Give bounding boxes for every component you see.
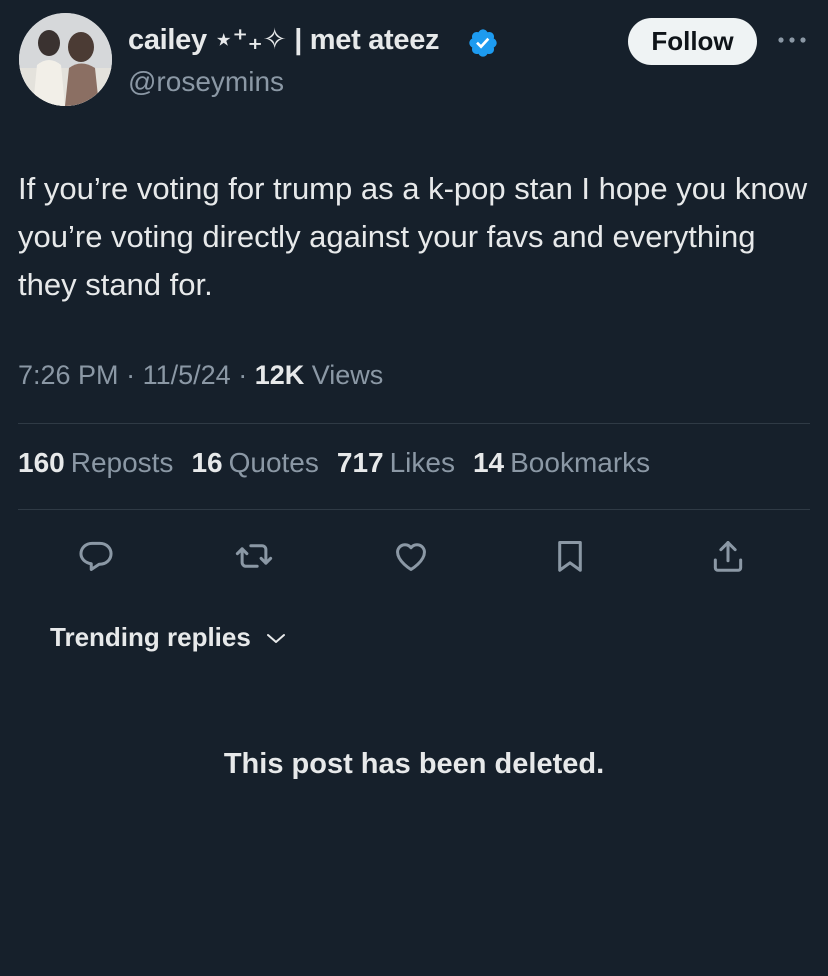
display-name[interactable]: cailey ⋆⁺₊✧ | met ateez [128, 22, 440, 57]
share-button[interactable] [708, 536, 748, 576]
divider [18, 423, 810, 424]
repost-icon [235, 544, 273, 568]
share-icon [713, 541, 743, 572]
more-horizontal-icon [778, 37, 806, 43]
chevron-down-icon [266, 633, 285, 643]
stat-label: Reposts [70, 447, 174, 478]
tweet-time[interactable]: 7:26 PM [18, 360, 119, 390]
avatar[interactable] [19, 13, 112, 106]
stat-quotes[interactable]: 16 Quotes [191, 447, 318, 479]
bookmark-button[interactable] [550, 536, 590, 576]
reply-sort-label: Trending replies [50, 622, 251, 652]
meta-separator: · [126, 360, 136, 390]
views-label: Views [311, 360, 384, 390]
divider [18, 509, 810, 510]
like-icon [396, 543, 426, 571]
stat-label: Quotes [228, 447, 319, 478]
stat-label: Bookmarks [510, 447, 651, 478]
tweet-date[interactable]: 11/5/24 [143, 360, 231, 390]
stat-bookmarks[interactable]: 14 Bookmarks [473, 447, 650, 479]
like-button[interactable] [391, 536, 431, 576]
user-handle[interactable]: @roseymins [128, 66, 284, 98]
stat-count: 160 [18, 447, 65, 478]
engagement-stats: 160 Reposts 16 Quotes 717 Likes 14 Bookmarks [18, 447, 650, 479]
reply-icon [79, 541, 113, 571]
avatar-image [19, 13, 112, 106]
reply-button[interactable] [76, 536, 116, 576]
deleted-post-notice: This post has been deleted. [223, 748, 605, 780]
repost-button[interactable] [234, 536, 274, 576]
stat-count: 14 [472, 447, 505, 478]
tweet-meta: 7:26 PM · 11/5/24 · 12K Views [18, 360, 383, 391]
verified-badge-icon [469, 29, 497, 57]
stat-count: 717 [336, 447, 384, 478]
tweet-text: If you’re voting for trump as a k-pop st… [18, 171, 808, 302]
views-count: 12K [254, 360, 305, 390]
stat-count: 16 [191, 447, 223, 478]
follow-button[interactable]: Follow [628, 18, 757, 65]
meta-separator: · [238, 360, 248, 390]
action-bar [0, 536, 828, 576]
stat-likes[interactable]: 717 Likes [337, 447, 455, 479]
stat-reposts[interactable]: 160 Reposts [18, 447, 173, 479]
more-options-button[interactable] [774, 28, 810, 52]
bookmark-icon [558, 541, 582, 572]
reply-sort-dropdown[interactable]: Trending replies [50, 622, 287, 653]
stat-label: Likes [389, 447, 455, 478]
